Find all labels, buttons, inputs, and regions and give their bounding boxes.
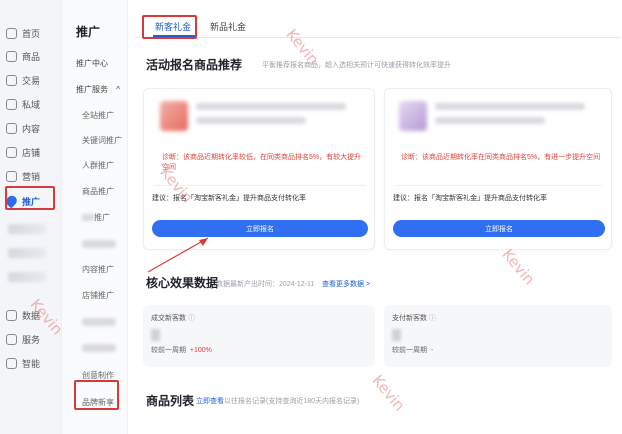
diagnosis-text: 诊断：该商品近期转化率在同类商品排名5%，有进一步提升空间 — [401, 154, 601, 161]
info-icon[interactable]: ⓘ — [188, 315, 195, 322]
subnav-item-blurred[interactable] — [82, 240, 116, 248]
metric-value-blurred — [151, 329, 160, 341]
subnav-item-blurred[interactable] — [82, 344, 116, 352]
home-icon — [6, 27, 17, 39]
subnav-item-center[interactable]: 推广中心 — [76, 58, 108, 69]
subnav-item-blurred[interactable] — [82, 318, 116, 326]
metric-card: 成交新客数 ⓘ 较前一周期 +100% — [143, 305, 375, 367]
service-icon — [6, 333, 17, 345]
rail-item-trade[interactable]: 交易 — [6, 71, 56, 89]
subnav-group-service[interactable]: 推广服务 ^ — [76, 84, 120, 95]
product-list-title: 商品列表 — [146, 394, 195, 408]
product-list-note: 立即查看以往报名记录(支持查询近180天内报名记录) — [196, 398, 360, 405]
product-card: 诊断：该商品近期转化率较低，在同类商品排名5%，有较大提升空间 建议：报名「淘宝… — [143, 88, 375, 250]
data-icon — [6, 309, 17, 321]
metric-card: 支付新客数 ⓘ 较前一周期 - — [384, 305, 612, 367]
product-name-blurred — [435, 103, 585, 110]
left-rail: 首页 商品 交易 私域 内容 店铺 营销 推广 数据 服务 智能 — [0, 0, 62, 434]
marketing-icon — [6, 170, 17, 182]
rail-item-blurred[interactable] — [8, 224, 46, 234]
data-update-time: 数据最新产出时间：2024-12-11 — [216, 281, 315, 288]
signup-section-title: 活动报名商品推荐 — [146, 58, 243, 72]
more-data-link[interactable]: 查看更多数据 > — [322, 279, 370, 289]
rail-item-goods[interactable]: 商品 — [6, 47, 56, 65]
subnav-item-content[interactable]: 内容推广 — [82, 264, 114, 275]
subnav-item-goods[interactable]: 商品推广 — [82, 186, 114, 197]
diagnosis-text: 诊断：该商品近期转化率较低，在同类商品排名5%，有较大提升空间 — [162, 154, 362, 171]
rail-item-blurred[interactable] — [8, 248, 46, 258]
highlight-box-tab — [142, 15, 197, 39]
tab-bar: 新客礼金 新品礼金 — [135, 12, 620, 38]
subnav-item-fullsite[interactable]: 全站推广 — [82, 110, 114, 121]
view-now-link[interactable]: 立即查看 — [196, 398, 224, 405]
core-section-title: 核心效果数据 — [146, 276, 219, 290]
trade-icon — [6, 74, 17, 86]
signup-button[interactable]: 立即报名 — [393, 220, 605, 237]
bulb-icon — [6, 357, 17, 369]
metric-label: 成交新客数 ⓘ — [151, 315, 195, 322]
subnav-item-shop[interactable]: 店铺推广 — [82, 290, 114, 301]
rail-item-private[interactable]: 私域 — [6, 95, 56, 113]
subnav-item-audience[interactable]: 人群推广 — [82, 160, 114, 171]
highlight-box-brand-new — [74, 380, 119, 410]
chevron-up-icon: ^ — [116, 85, 120, 94]
metric-label: 支付新客数 ⓘ — [392, 315, 436, 322]
rail-item-marketing[interactable]: 营销 — [6, 167, 56, 185]
subnav-title: 推广 — [76, 25, 101, 39]
goods-icon — [6, 50, 17, 62]
product-meta-blurred — [196, 117, 306, 124]
signup-section-note: 平衡推荐报名商品，超入选相关预计可快速获得转化效率提升 — [262, 62, 451, 69]
subnav-item-blurred-promo[interactable]: 推广 — [82, 212, 110, 223]
product-thumbnail — [160, 101, 188, 131]
secondary-nav: 推广 推广中心 推广服务 ^ 全站推广 关键词推广 人群推广 商品推广 推广 内… — [62, 0, 128, 434]
product-meta-blurred — [435, 117, 545, 124]
rail-item-smart[interactable]: 智能 — [6, 354, 56, 372]
rail-item-home[interactable]: 首页 — [6, 24, 56, 42]
metric-compare: 较前一周期 - — [392, 347, 434, 354]
annotation-arrow — [147, 237, 209, 273]
metric-compare: 较前一周期 +100% — [151, 347, 212, 354]
content-icon — [6, 122, 17, 134]
product-name-blurred — [196, 103, 346, 110]
metric-value-blurred — [392, 329, 401, 341]
highlight-box-promotion — [5, 186, 55, 210]
shop-icon — [6, 146, 17, 158]
private-domain-icon — [6, 98, 17, 110]
watermark: Kevin — [368, 371, 409, 415]
suggestion-text: 建议：报名「淘宝新客礼金」提升商品支付转化率 — [393, 195, 547, 202]
card-divider — [395, 185, 603, 186]
subnav-item-keyword[interactable]: 关键词推广 — [82, 135, 122, 146]
info-icon[interactable]: ⓘ — [429, 315, 436, 322]
product-card: 诊断：该商品近期转化率在同类商品排名5%，有进一步提升空间 建议：报名「淘宝新客… — [384, 88, 612, 250]
product-thumbnail — [399, 101, 427, 131]
watermark: Kevin — [498, 245, 539, 289]
rail-item-content[interactable]: 内容 — [6, 119, 56, 137]
rail-item-shop[interactable]: 店铺 — [6, 143, 56, 161]
rail-item-blurred[interactable] — [8, 272, 46, 282]
tab-new-product-gift[interactable]: 新品礼金 — [210, 20, 246, 33]
